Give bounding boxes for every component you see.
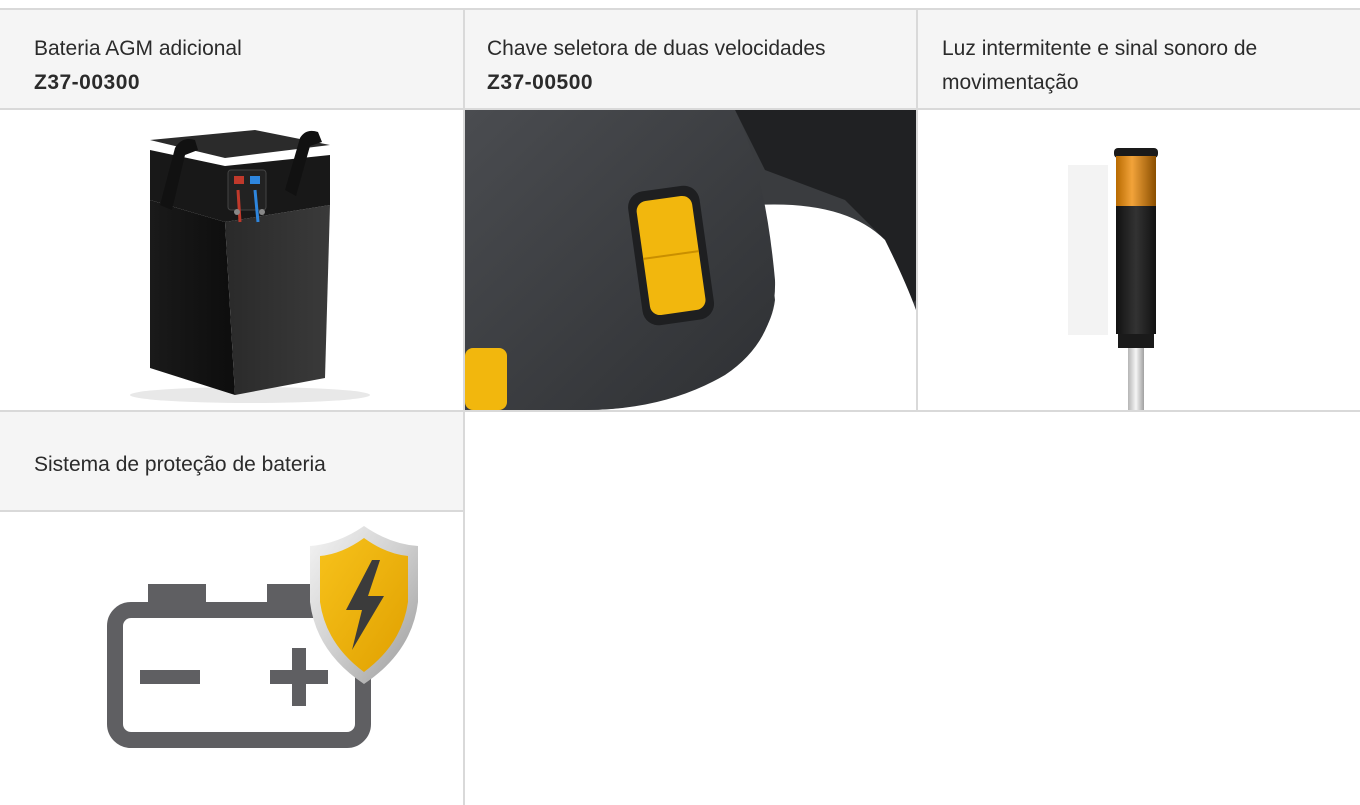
accessory-header-agm-battery: Bateria AGM adicional Z37-00300 — [0, 10, 463, 108]
grid-line — [0, 8, 1360, 10]
battery-protection-shield-icon — [107, 526, 418, 748]
accessory-code: Z37-00500 — [487, 71, 594, 94]
battery-protection-image — [0, 512, 463, 805]
speed-switch-image — [465, 110, 916, 410]
grid-line — [463, 8, 465, 805]
accessories-grid: Bateria AGM adicional Z37-00300 Chave se… — [0, 0, 1360, 805]
accessory-header-speed-switch: Chave seletora de duas velocidades Z37-0… — [465, 10, 916, 108]
accessory-name: Sistema de proteção de bateria — [34, 453, 326, 476]
grid-line — [916, 8, 918, 412]
beacon-light-image — [918, 110, 1360, 410]
grid-line — [0, 510, 465, 512]
flashing-beacon-light-icon — [1068, 148, 1158, 410]
grid-line — [0, 108, 1360, 110]
accessory-name: Luz intermitente e sinal sonoro de movim… — [942, 37, 1258, 94]
grid-line — [0, 410, 1360, 412]
accessory-header-battery-protection: Sistema de proteção de bateria — [0, 412, 463, 510]
agm-battery-box-icon — [130, 130, 370, 403]
agm-battery-image — [0, 110, 463, 410]
accessory-name: Chave seletora de duas velocidades — [487, 37, 826, 60]
two-speed-rocker-switch-icon — [465, 110, 916, 410]
accessory-code: Z37-00300 — [34, 71, 141, 94]
accessory-header-beacon-light: Luz intermitente e sinal sonoro de movim… — [918, 10, 1360, 108]
accessory-name: Bateria AGM adicional — [34, 37, 242, 60]
